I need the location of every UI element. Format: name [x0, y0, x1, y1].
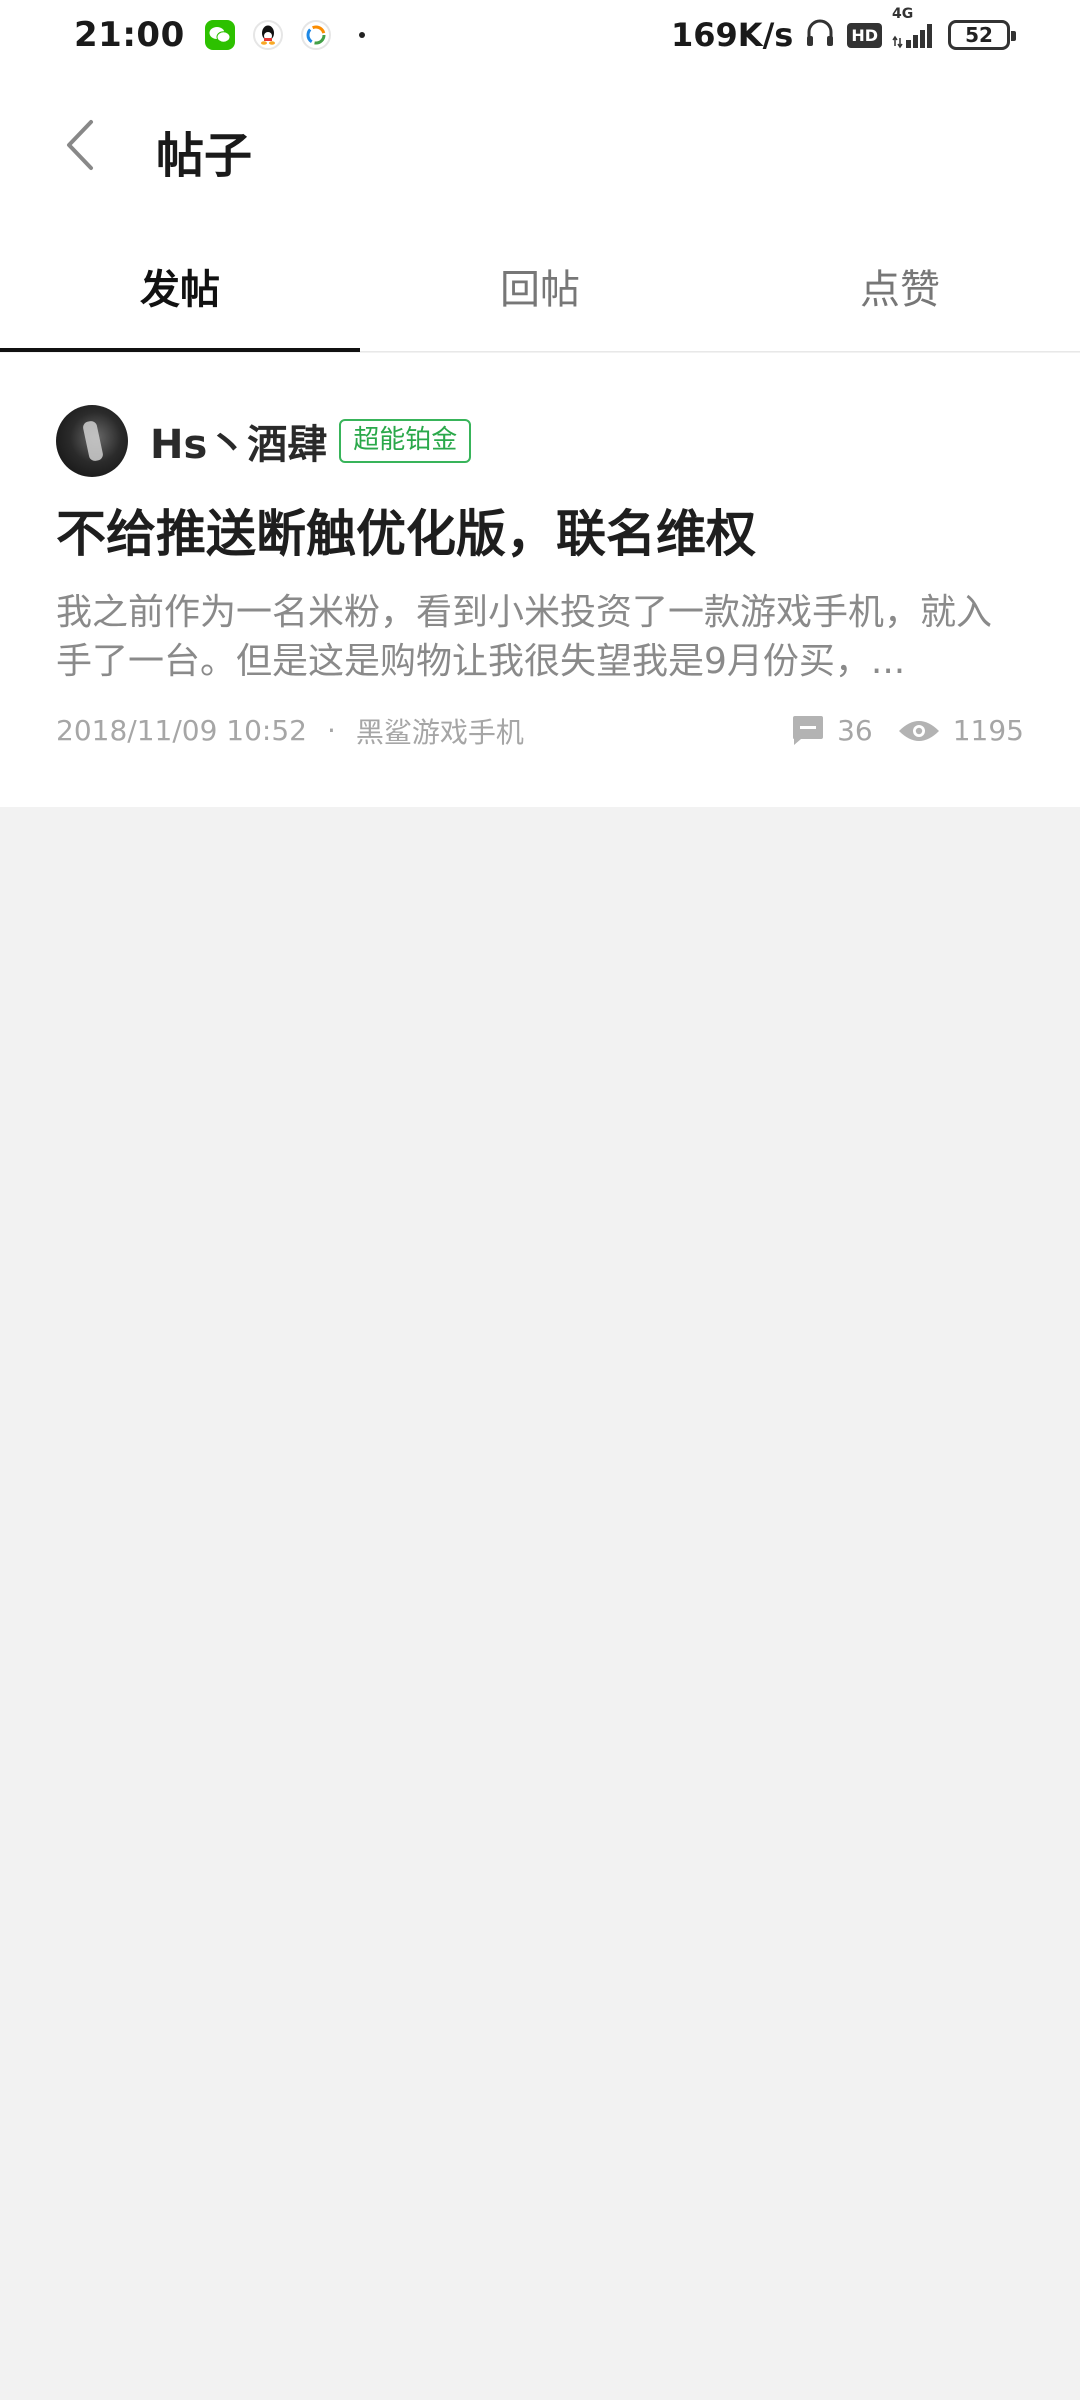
- battery-icon: 52: [948, 20, 1016, 50]
- app-icon: [300, 20, 331, 50]
- hd-icon: HD: [847, 22, 882, 48]
- app-header: 帖子: [0, 70, 1080, 220]
- post-meta: 2018/11/09 10:52 · 黑鲨游戏手机 36 1195: [56, 711, 1024, 751]
- eye-icon: [897, 717, 941, 745]
- comment-icon: [791, 715, 825, 747]
- author-row: Hs丶酒肆 超能铂金: [56, 405, 1024, 477]
- meta-separator: ·: [326, 714, 336, 748]
- status-right: 169K/s HD 4G 52: [671, 6, 1016, 54]
- notification-icons: [204, 20, 365, 50]
- battery-level: 52: [965, 23, 993, 47]
- network-type: 4G: [892, 6, 914, 22]
- post-stats: 36 1195: [791, 714, 1024, 747]
- forum-name[interactable]: 黑鲨游戏手机: [356, 711, 524, 751]
- status-time: 21:00: [74, 15, 185, 55]
- wechat-icon: [204, 20, 235, 50]
- network-speed: 169K/s: [671, 16, 794, 54]
- headset-icon: [803, 16, 837, 54]
- author-name[interactable]: Hs丶酒肆: [150, 412, 327, 470]
- chevron-left-icon: [67, 120, 93, 170]
- post-title[interactable]: 不给推送断触优化版，联名维权: [56, 503, 1024, 566]
- post-date: 2018/11/09 10:52: [56, 714, 307, 748]
- tab-likes[interactable]: 点赞: [720, 220, 1080, 351]
- post-excerpt: 我之前作为一名米粉，看到小米投资了一款游戏手机，就入手了一台。但是这是购物让我很…: [56, 591, 993, 683]
- post-card[interactable]: Hs丶酒肆 超能铂金 不给推送断触优化版，联名维权 我之前作为一名米粉，看到小米…: [0, 353, 1080, 807]
- comment-count: 36: [837, 714, 873, 748]
- status-bar: 21:00 169K/s HD 4G 52: [0, 0, 1080, 70]
- screen: 21:00 169K/s HD 4G 52 帖子 发帖 回帖 点赞 Hs丶酒肆 …: [0, 0, 1080, 2400]
- page-title: 帖子: [156, 128, 253, 184]
- back-button[interactable]: [50, 110, 110, 180]
- signal-icon: 4G: [892, 6, 938, 50]
- more-notifications-dot: [358, 32, 365, 38]
- tab-replies[interactable]: 回帖: [360, 220, 720, 351]
- qq-icon: [252, 20, 283, 50]
- level-badge: 超能铂金: [339, 419, 472, 463]
- view-count: 1195: [952, 714, 1024, 748]
- tab-bar: 发帖 回帖 点赞: [0, 220, 1080, 352]
- tab-posts[interactable]: 发帖: [0, 220, 360, 352]
- avatar[interactable]: [56, 405, 128, 477]
